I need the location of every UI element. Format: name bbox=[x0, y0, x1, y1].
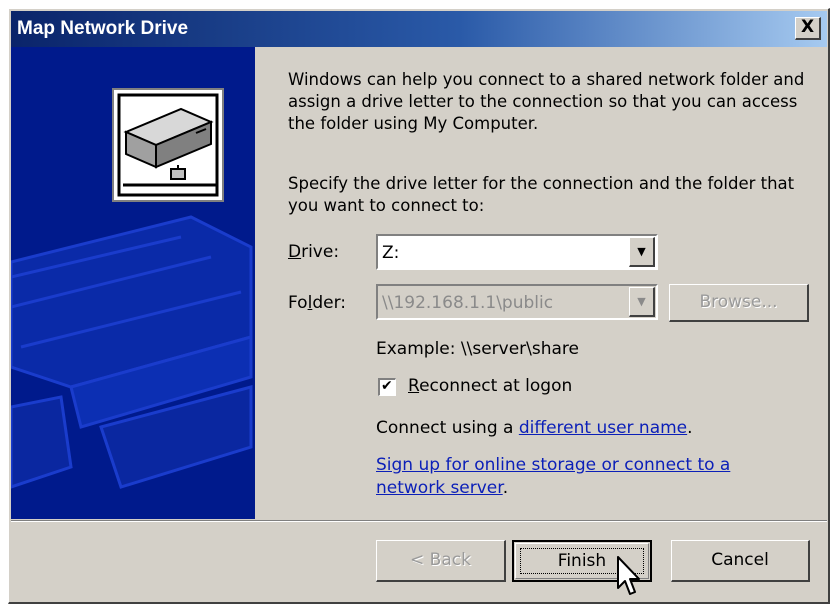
drive-select[interactable]: Z: ▼ bbox=[376, 234, 658, 270]
network-server-link[interactable]: network server bbox=[376, 478, 503, 498]
drive-dropdown-button[interactable]: ▼ bbox=[629, 237, 655, 267]
reconnect-label[interactable]: Reconnect at logon bbox=[408, 376, 572, 396]
wizard-side-panel bbox=[11, 47, 255, 519]
drive-value: Z: bbox=[382, 243, 400, 263]
example-text: Example: \\server\share bbox=[376, 339, 580, 359]
chevron-down-icon: ▼ bbox=[637, 245, 646, 258]
close-icon: X bbox=[800, 17, 815, 37]
mouse-pointer-icon bbox=[617, 556, 640, 595]
browse-button[interactable]: Browse... bbox=[669, 284, 809, 322]
drive-label: Drive: bbox=[288, 242, 340, 262]
signup-text: Sign up for online storage or connect to… bbox=[376, 455, 731, 498]
map-network-drive-dialog: Map Network Drive X Windows can help you… bbox=[8, 8, 830, 604]
instruction-text: Specify the drive letter for the connect… bbox=[288, 174, 795, 215]
wizard-content: Windows can help you connect to a shared… bbox=[255, 47, 827, 519]
finish-label: Finish bbox=[557, 551, 607, 571]
footer-separator-highlight bbox=[11, 521, 827, 522]
wizard-banner-graphic bbox=[11, 88, 253, 489]
folder-label: Folder: bbox=[288, 293, 346, 313]
connect-using-text: Connect using a different user name. bbox=[376, 418, 693, 438]
reconnect-checkbox[interactable]: ✔ bbox=[378, 378, 396, 396]
close-button[interactable]: X bbox=[795, 17, 821, 40]
window-title: Map Network Drive bbox=[17, 18, 189, 39]
different-user-name-link[interactable]: different user name bbox=[519, 418, 687, 438]
checkmark-icon: ✔ bbox=[381, 378, 393, 394]
background-computer-illustration bbox=[11, 215, 253, 489]
cancel-button[interactable]: Cancel bbox=[671, 540, 810, 582]
chevron-down-icon: ▼ bbox=[637, 295, 646, 308]
back-button[interactable]: < Back bbox=[376, 540, 506, 582]
intro-text: Windows can help you connect to a shared… bbox=[288, 70, 805, 133]
online-storage-link[interactable]: Sign up for online storage or connect to… bbox=[376, 455, 730, 475]
folder-value: \\192.168.1.1\public bbox=[382, 293, 554, 313]
folder-dropdown-button[interactable]: ▼ bbox=[629, 287, 655, 317]
title-bar[interactable]: Map Network Drive X bbox=[11, 11, 827, 47]
folder-combo[interactable]: \\192.168.1.1\public ▼ bbox=[376, 284, 658, 320]
network-drive-icon bbox=[112, 88, 224, 202]
